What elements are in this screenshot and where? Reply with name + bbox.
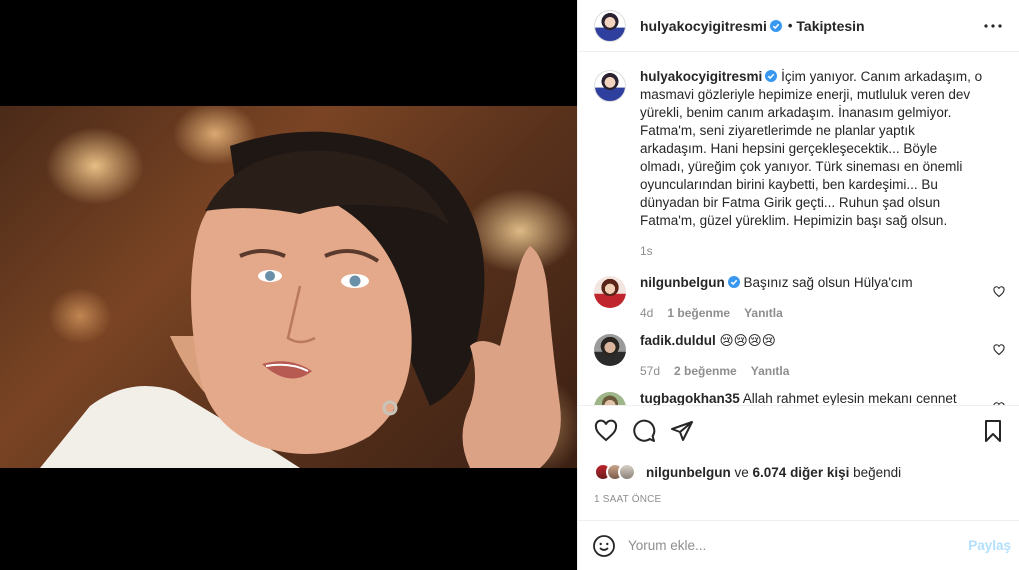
comment-likes[interactable]: 1 beğenme (667, 306, 730, 320)
other-likes-count[interactable]: 6.074 diğer kişi (753, 465, 850, 480)
caption-meta: 1s (640, 244, 985, 258)
post-timestamp[interactable]: 1 SAAT ÖNCE (594, 494, 1005, 514)
commenter-avatar[interactable] (594, 334, 626, 366)
instagram-post-modal: hulyakocyigitresmi • Takiptesin hulyakoc… (0, 0, 1019, 570)
emoji-icon[interactable] (592, 534, 616, 558)
like-comment-heart-icon[interactable] (993, 344, 1005, 356)
share-icon[interactable] (670, 419, 694, 443)
comment-age[interactable]: 4d (640, 306, 653, 320)
like-comment-heart-icon[interactable] (993, 402, 1005, 405)
liker-avatars[interactable] (594, 463, 636, 481)
caption-username[interactable]: hulyakocyigitresmi (640, 69, 762, 84)
like-heart-icon[interactable] (594, 419, 618, 443)
verified-badge-icon (727, 276, 740, 288)
comment-age[interactable]: 57d (640, 364, 660, 378)
comment-username[interactable]: nilgunbelgun (640, 275, 725, 290)
like-comment-heart-icon[interactable] (993, 286, 1005, 298)
likes-summary: nilgunbelgun ve 6.074 diğer kişi beğendi (594, 454, 1005, 490)
comment-text: Başınız sağ olsun Hülya'cım (743, 275, 913, 290)
save-bookmark-icon[interactable] (981, 419, 1005, 443)
reply-button[interactable]: Yanıtla (751, 364, 790, 378)
header-separator: • (787, 18, 793, 33)
post-media[interactable] (0, 0, 577, 570)
post-photo (0, 106, 577, 468)
caption-text: İçim yanıyor. Canım arkadaşım, o masmavi… (640, 69, 983, 228)
reply-button[interactable]: Yanıtla (744, 306, 783, 320)
comment-likes[interactable]: 2 beğenme (674, 364, 737, 378)
comment-item: fadik.duldul 😢😢😢😢 57d 2 beğenme Yanıtla (594, 332, 1005, 378)
comment-text: 😢😢😢😢 (719, 333, 776, 348)
owner-avatar[interactable] (594, 9, 626, 42)
post-comment-button[interactable]: Paylaş (968, 538, 1011, 553)
caption: hulyakocyigitresmi İçim yanıyor. Canım a… (594, 68, 1005, 258)
more-options-icon[interactable] (981, 14, 1005, 38)
commenter-avatar[interactable] (594, 276, 626, 308)
verified-badge-icon (765, 70, 778, 82)
comment-item: nilgunbelgun Başınız sağ olsun Hülya'cım… (594, 274, 1005, 320)
comment-input[interactable] (628, 538, 969, 553)
comment-username[interactable]: fadik.duldul (640, 333, 716, 348)
verified-badge-icon (769, 19, 782, 32)
likes-suffix: beğendi (853, 464, 902, 480)
post-sidebar: hulyakocyigitresmi • Takiptesin hulyakoc… (577, 0, 1019, 570)
action-bar (594, 414, 1005, 448)
add-comment-bar: Paylaş (578, 520, 1019, 570)
portrait-illustration (40, 131, 561, 468)
commenter-avatar[interactable] (594, 392, 626, 405)
comments-list[interactable]: hulyakocyigitresmi İçim yanıyor. Canım a… (578, 52, 1019, 405)
caption-avatar[interactable] (594, 70, 626, 102)
comment-item: tugbagokhan35 Allah rahmet eylesin mekan… (594, 390, 1005, 405)
post-actions: nilgunbelgun ve 6.074 diğer kişi beğendi… (578, 405, 1019, 514)
owner-username[interactable]: hulyakocyigitresmi (640, 18, 767, 34)
comment-username[interactable]: tugbagokhan35 (640, 391, 740, 405)
following-button[interactable]: Takiptesin (796, 18, 864, 34)
caption-age[interactable]: 1s (640, 244, 653, 258)
likes-connector: ve (734, 464, 749, 480)
comment-icon[interactable] (632, 419, 656, 443)
post-header: hulyakocyigitresmi • Takiptesin (578, 0, 1019, 52)
liker-username[interactable]: nilgunbelgun (646, 465, 731, 480)
